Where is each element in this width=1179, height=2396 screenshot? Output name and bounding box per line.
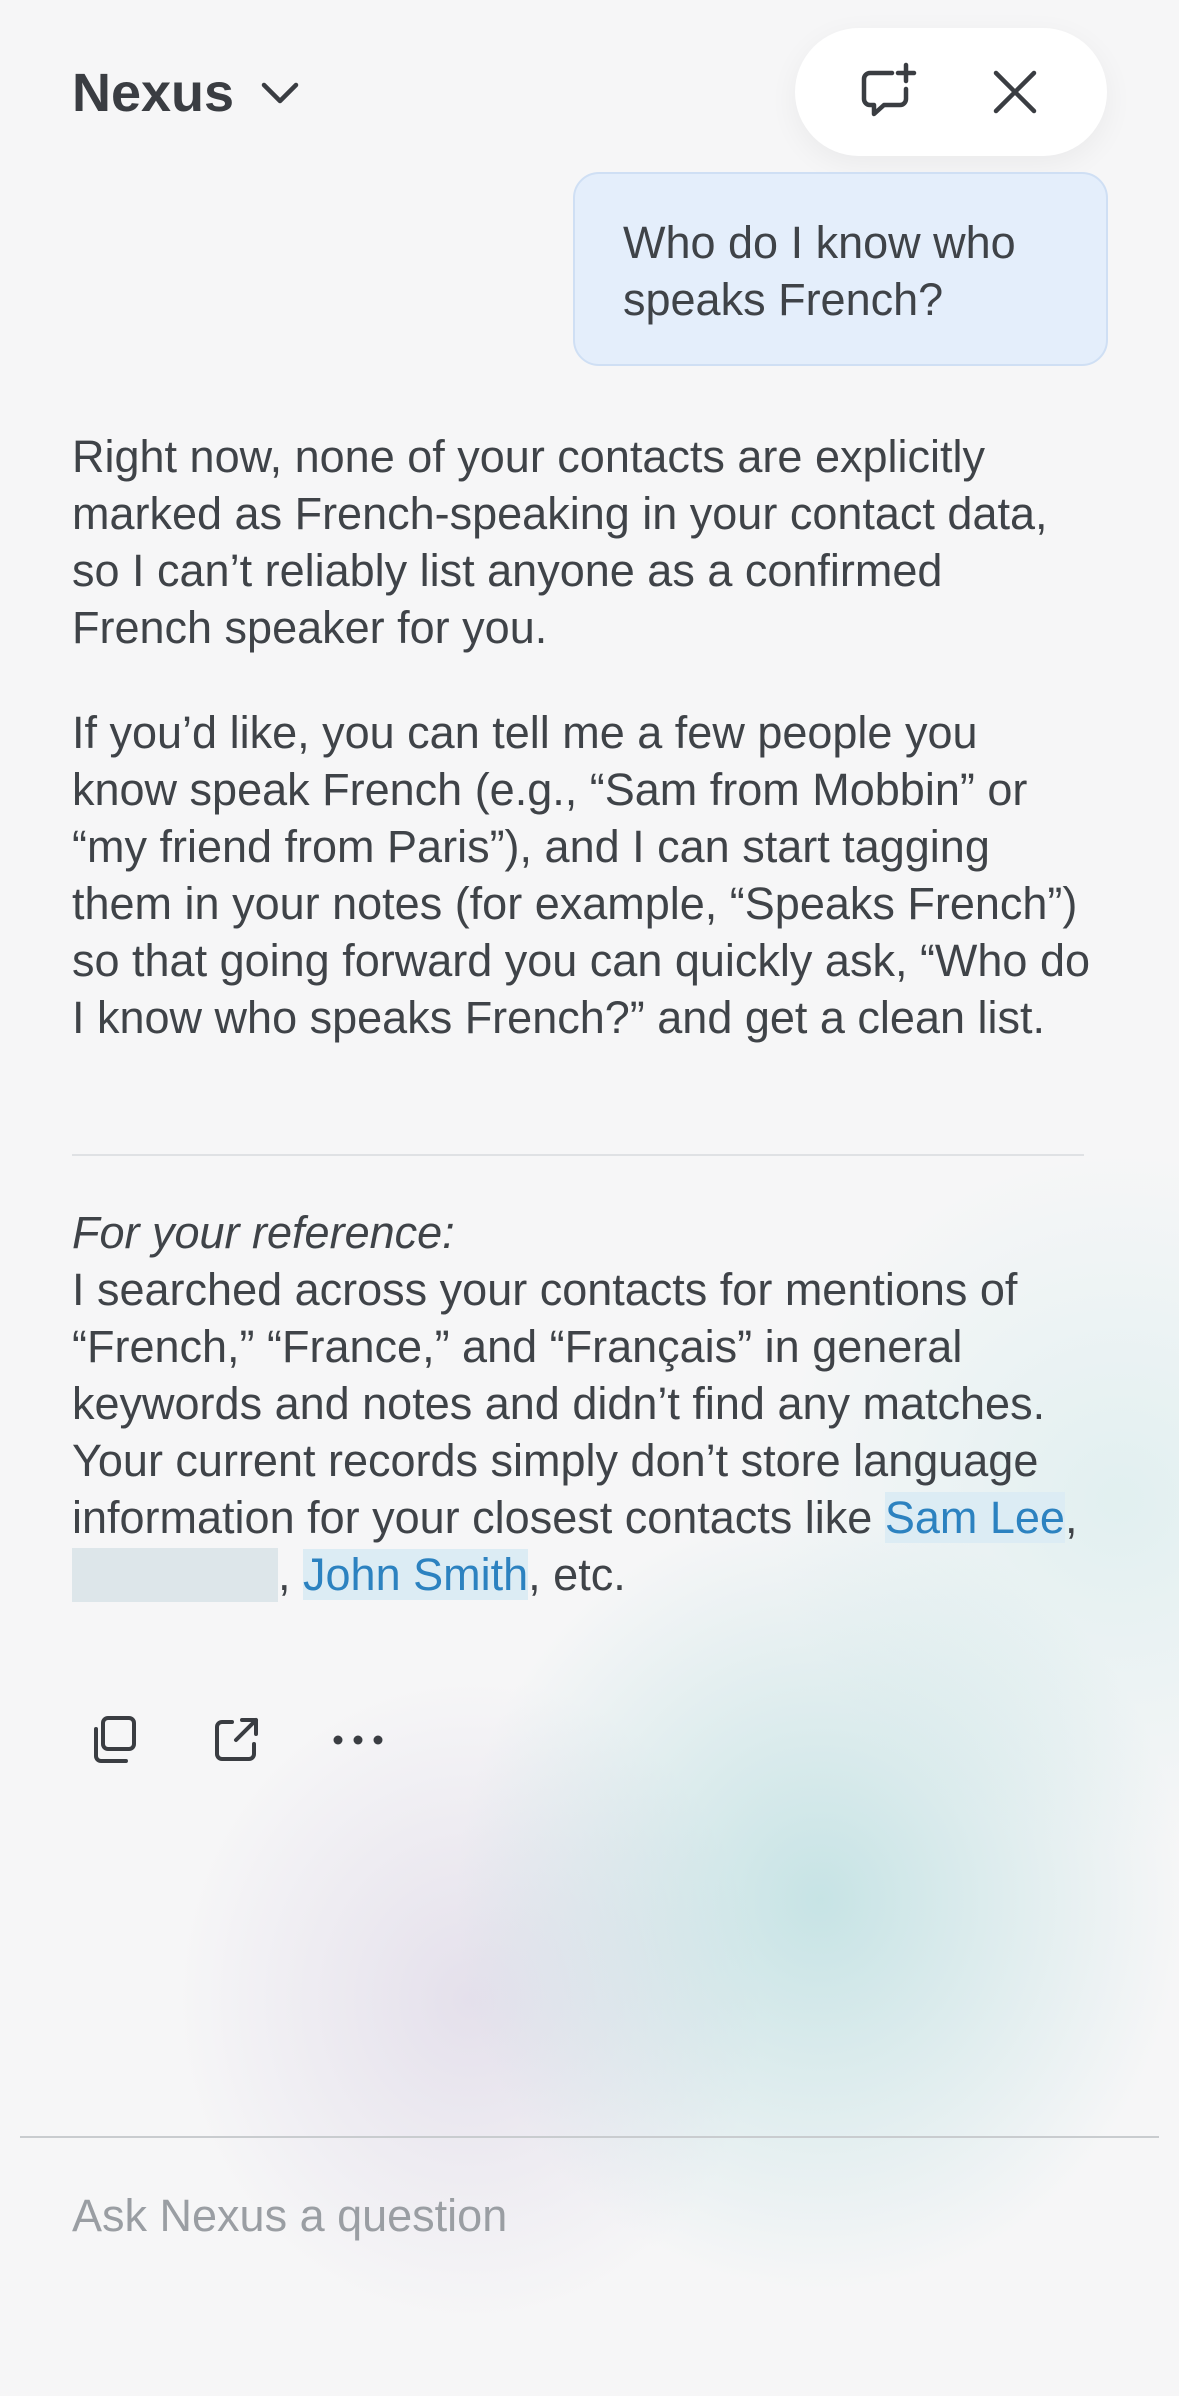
app-title: Nexus: [72, 63, 235, 123]
chevron-down-icon: [261, 82, 299, 104]
contact-link-john-smith[interactable]: John Smith: [303, 1549, 529, 1600]
assistant-response: Right now, none of your contacts are exp…: [72, 428, 1092, 1094]
response-paragraph: If you’d like, you can tell me a few peo…: [72, 707, 1091, 1043]
user-message-text: Who do I know who speaks French?: [623, 217, 1016, 325]
contact-link-sam-lee[interactable]: Sam Lee: [884, 1492, 1065, 1543]
copy-button[interactable]: [84, 1710, 144, 1770]
share-icon: [215, 1718, 258, 1761]
more-icon: [333, 1735, 383, 1745]
new-chat-icon: [861, 62, 917, 117]
close-button[interactable]: [975, 52, 1055, 132]
close-icon: [993, 70, 1037, 114]
more-button[interactable]: [328, 1710, 388, 1770]
redacted-contact: [72, 1548, 278, 1602]
assistant-selector[interactable]: Nexus: [72, 62, 304, 124]
header: Nexus: [0, 0, 1179, 180]
header-actions: [795, 28, 1107, 156]
contact-separator: ,: [278, 1549, 291, 1600]
contact-separator: ,: [1064, 1492, 1078, 1543]
reference-heading: For your reference:: [72, 1207, 455, 1258]
input-divider: [20, 2136, 1159, 2138]
share-button[interactable]: [206, 1710, 266, 1770]
response-divider: [72, 1154, 1084, 1156]
reference-section: For your reference: I searched across yo…: [72, 1204, 1092, 1603]
user-message-bubble: Who do I know who speaks French?: [573, 172, 1108, 366]
copy-icon: [94, 1716, 136, 1763]
response-paragraph: Right now, none of your contacts are exp…: [72, 431, 1048, 653]
new-chat-button[interactable]: [847, 52, 927, 132]
ask-input[interactable]: [72, 2180, 1112, 2252]
reference-tail: , etc.: [528, 1549, 626, 1600]
message-actions: [84, 1710, 388, 1770]
